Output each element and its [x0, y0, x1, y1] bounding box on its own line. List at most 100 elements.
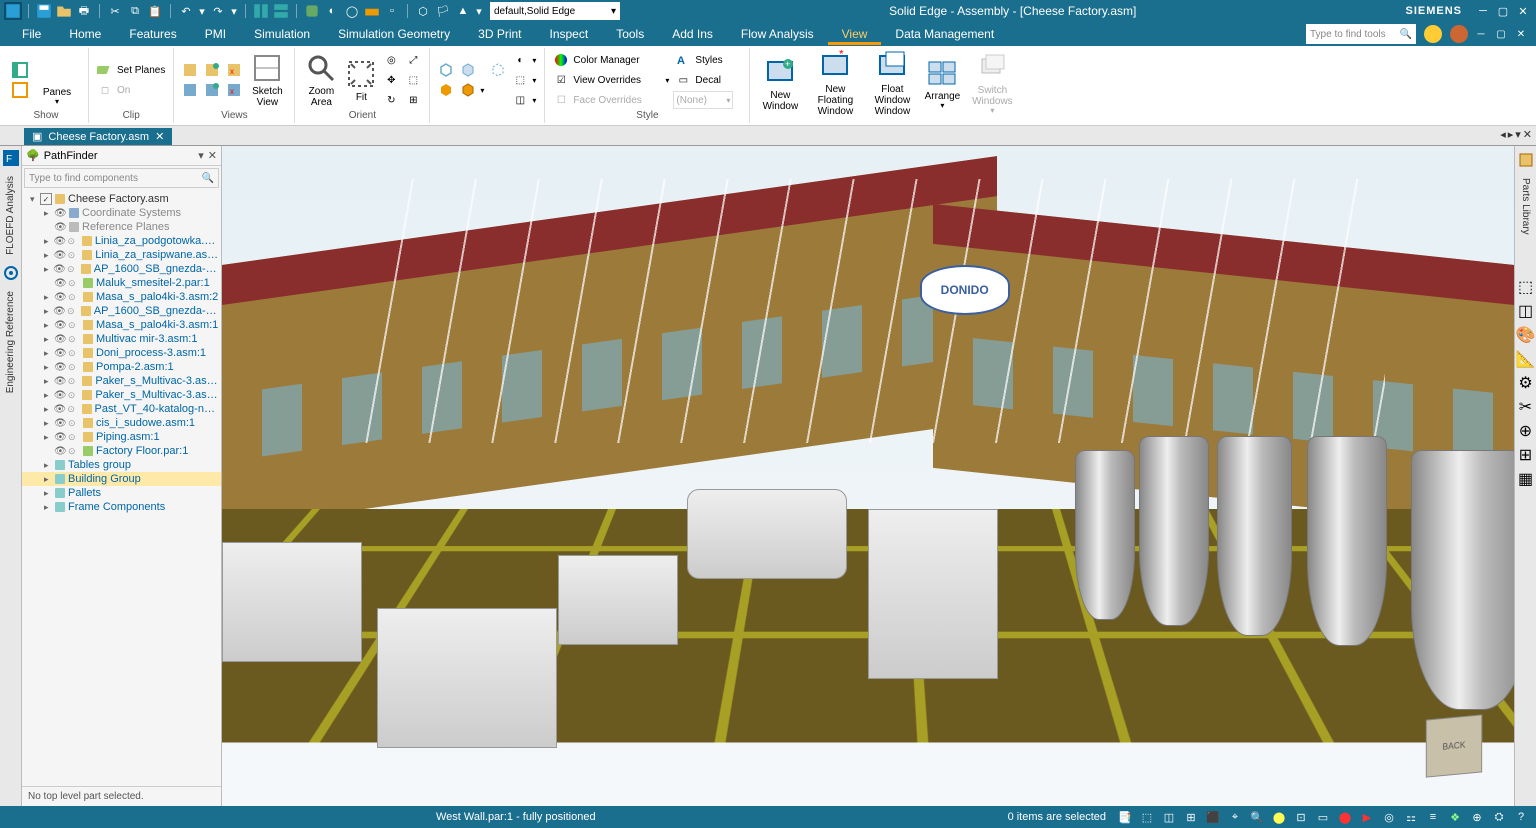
expand-icon[interactable]: ▸ — [44, 292, 54, 303]
display-icon[interactable]: ⊙ — [68, 348, 80, 359]
panes-icon-a[interactable] — [10, 61, 30, 79]
status-icon[interactable]: ⬚ — [1138, 808, 1156, 826]
display-icon[interactable]: ⊙ — [67, 236, 78, 247]
render-icon-6[interactable] — [488, 81, 508, 99]
status-icon[interactable]: ◎ — [1380, 808, 1398, 826]
doc-restore-button[interactable]: ▢ — [1494, 27, 1508, 41]
display-icon[interactable]: ⊙ — [68, 250, 80, 261]
render-icon-7[interactable]: ◐▾ — [510, 51, 538, 69]
views-icon-4[interactable] — [202, 81, 222, 99]
tree-node[interactable]: ▸👁⊙Paker_s_Multivac-3.asm:1 — [22, 374, 221, 388]
visibility-icon[interactable]: 👁 — [53, 264, 65, 275]
tree-node[interactable]: ▸👁⊙Doni_process-3.asm:1 — [22, 346, 221, 360]
right-rail-tab-parts-library[interactable]: Parts Library — [1520, 174, 1531, 239]
visibility-icon[interactable]: 👁 — [54, 334, 66, 345]
display-icon[interactable]: ⊙ — [67, 264, 78, 275]
menu-item-inspect[interactable]: Inspect — [536, 23, 603, 45]
zoom-area-button[interactable]: Zoom Area — [301, 52, 341, 108]
floefd-icon[interactable]: F — [3, 150, 19, 166]
right-tool-4[interactable]: 📐 — [1518, 351, 1534, 367]
expand-icon[interactable]: ▸ — [44, 488, 54, 499]
tree-node[interactable]: ▸👁⊙Paker_s_Multivac-3.asm:2 — [22, 388, 221, 402]
float-window-button[interactable]: Float Window Window — [866, 50, 918, 117]
tree-node[interactable]: 👁⊙Maluk_smesitel-2.par:1 — [22, 276, 221, 290]
expand-icon[interactable]: ▸ — [44, 474, 54, 485]
right-tool-8[interactable]: ⊞ — [1518, 447, 1534, 463]
display-icon[interactable]: ⊙ — [67, 306, 78, 317]
print-icon[interactable]: 🖶 — [75, 2, 93, 20]
expand-icon[interactable]: ▸ — [44, 320, 54, 331]
panel-dropdown-button[interactable]: ▾ — [198, 149, 204, 162]
pathfinder-search-input[interactable]: Type to find components 🔍 — [24, 168, 219, 188]
styles-button[interactable]: AStyles — [673, 51, 743, 69]
tab-close-button[interactable]: ✕ — [1523, 128, 1532, 141]
copy-icon[interactable]: ⧉ — [126, 2, 144, 20]
left-rail-tab-engref[interactable]: Engineering Reference — [5, 287, 16, 397]
visibility-icon[interactable]: 👁 — [54, 292, 66, 303]
render-icon-2[interactable] — [458, 61, 486, 79]
visibility-icon[interactable]: 👁 — [53, 236, 65, 247]
right-tool-3[interactable]: 🎨 — [1518, 327, 1534, 343]
tree-node[interactable]: ▸Frame Components — [22, 500, 221, 514]
minimize-button[interactable]: ─ — [1474, 2, 1492, 20]
status-icon[interactable]: ⊞ — [1182, 808, 1200, 826]
redo-icon[interactable]: ↷ — [209, 2, 227, 20]
undo-icon[interactable]: ↶ — [177, 2, 195, 20]
tree-node[interactable]: ▸👁⊙Piping.asm:1 — [22, 430, 221, 444]
undo-drop-icon[interactable]: ▾ — [197, 2, 207, 20]
expand-icon[interactable]: ▸ — [44, 306, 53, 317]
tab-next-button[interactable]: ▸ — [1508, 128, 1514, 141]
visibility-icon[interactable]: 👁 — [54, 432, 66, 443]
menu-item-simulation-geometry[interactable]: Simulation Geometry — [324, 23, 464, 45]
3d-viewport[interactable]: DONIDO BACK — [222, 146, 1514, 806]
close-tab-button[interactable]: ✕ — [155, 130, 164, 143]
panel-close-button[interactable]: ✕ — [208, 149, 217, 162]
status-icon[interactable]: ⊡ — [1292, 808, 1310, 826]
tree-node[interactable]: ▸👁Coordinate Systems — [22, 206, 221, 220]
visibility-icon[interactable]: 👁 — [54, 208, 66, 219]
visibility-icon[interactable]: 👁 — [54, 376, 66, 387]
set-planes-button[interactable]: Set Planes — [95, 61, 167, 79]
menu-item-3d-print[interactable]: 3D Print — [464, 23, 535, 45]
visibility-icon[interactable]: 👁 — [54, 278, 66, 289]
display-icon[interactable]: ⊙ — [68, 320, 80, 331]
parts-library-icon[interactable] — [1518, 152, 1534, 168]
orient-icon-4[interactable]: ⤢ — [403, 51, 423, 69]
switch-windows-button[interactable]: Switch Windows▾ — [966, 51, 1018, 116]
tree-node[interactable]: ▸Building Group — [22, 472, 221, 486]
qat-icon-c[interactable] — [303, 2, 321, 20]
visibility-icon[interactable]: 👁 — [54, 390, 66, 401]
visibility-icon[interactable]: 👁 — [54, 222, 66, 233]
panes-icon-b[interactable] — [10, 81, 30, 99]
new-floating-window-button[interactable]: *New Floating Window — [806, 50, 864, 117]
restore-button[interactable]: ▢ — [1494, 2, 1512, 20]
qat-icon-j[interactable]: ▲ — [454, 2, 472, 20]
menu-item-data-management[interactable]: Data Management — [881, 23, 1008, 45]
views-icon-2[interactable] — [180, 81, 200, 99]
display-icon[interactable]: ⊙ — [68, 446, 80, 457]
expand-icon[interactable]: ▸ — [44, 250, 54, 261]
expand-icon[interactable]: ▸ — [44, 390, 54, 401]
expand-icon[interactable]: ▸ — [44, 264, 53, 275]
render-icon-8[interactable]: ⬚▾ — [510, 71, 538, 89]
doc-minimize-button[interactable]: ─ — [1474, 27, 1488, 41]
display-icon[interactable]: ⊙ — [68, 362, 80, 373]
display-icon[interactable]: ⊙ — [68, 376, 80, 387]
orient-icon-5[interactable]: ⬚ — [403, 71, 423, 89]
menu-item-add-ins[interactable]: Add Ins — [658, 23, 727, 45]
cut-icon[interactable]: ✂ — [106, 2, 124, 20]
qat-icon-g[interactable]: ▫ — [383, 2, 401, 20]
decal-button[interactable]: ▭Decal — [673, 71, 743, 89]
color-manager-button[interactable]: Color Manager — [551, 51, 671, 69]
status-icon[interactable]: ≡ — [1424, 808, 1442, 826]
status-icon[interactable]: ▶ — [1358, 808, 1376, 826]
tree-node[interactable]: ▸👁⊙AP_1600_SB_gnezda-3.asm — [22, 262, 221, 276]
arrange-button[interactable]: Arrange▾ — [920, 57, 964, 111]
tree-node[interactable]: 👁⊙Factory Floor.par:1 — [22, 444, 221, 458]
app-logo-icon[interactable] — [4, 2, 22, 20]
qat-icon-b[interactable] — [272, 2, 290, 20]
view-overrides-button[interactable]: ☑View Overrides▾ — [551, 71, 671, 89]
tree-node[interactable]: ▸👁⊙Masa_s_palo4ki-3.asm:2 — [22, 290, 221, 304]
status-icon[interactable]: ? — [1512, 808, 1530, 826]
visibility-icon[interactable]: 👁 — [54, 250, 66, 261]
